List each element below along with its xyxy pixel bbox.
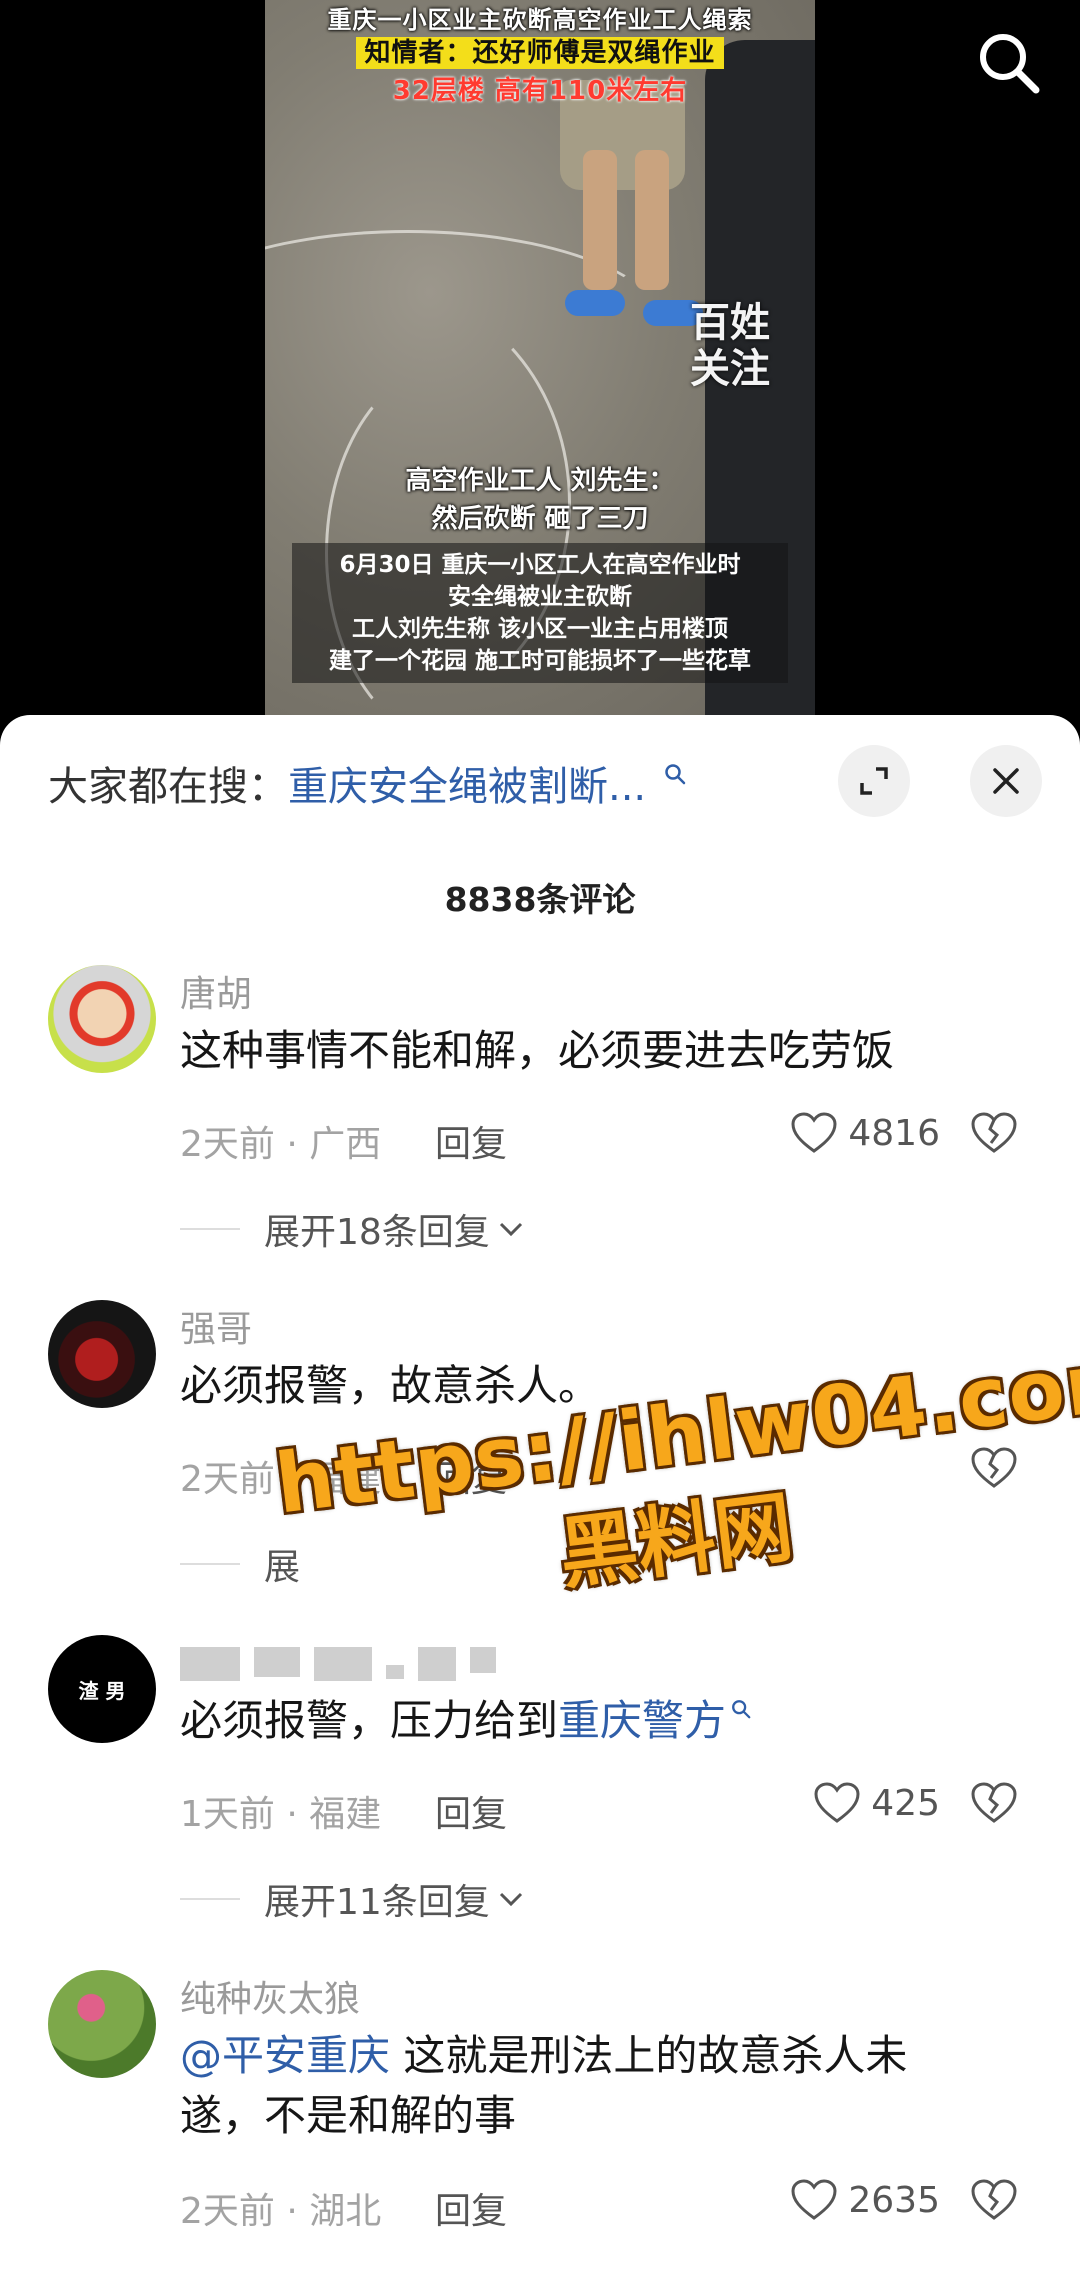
video-watermark-line2: 关注 [690,346,770,392]
video-caption-highlight: 知情者：还好师傅是双绳作业 [0,32,1080,69]
comment-item: 强哥 必须报警，故意杀人。 2天前 · 福建 回复 展 [0,1300,1080,1620]
username[interactable]: 唐胡 [180,965,252,1017]
like-count: 4816 [848,1112,940,1154]
search-icon [732,1700,751,1719]
dislike-button[interactable] [970,1111,1018,1159]
comment-text: 必须报警，压力给到重庆警方 [180,1691,980,1751]
avatar[interactable] [48,965,156,1073]
avatar[interactable]: 渣 男 [48,1635,156,1743]
like-button[interactable]: 2635 [790,2178,940,2222]
expand-replies-label: 展开18条回复 [264,1212,490,1253]
video-watermark: 百姓 关注 [690,300,770,392]
search-button[interactable] [974,28,1044,98]
like-count: 2635 [848,2179,940,2221]
comment-text: 这种事情不能和解，必须要进去吃劳饭 [180,1026,895,1075]
news-line: 6月30日 重庆一小区工人在高空作业时 [339,552,741,578]
mention-link[interactable]: @平安重庆 [180,2031,390,2080]
news-line: 建了一个花园 施工时可能损坏了一些花草 [328,648,751,674]
username[interactable]: 强哥 [180,1300,252,1352]
broken-heart-icon [971,2179,1017,2220]
comment-meta: 2天前 · 福建 [180,1459,382,1500]
worker-leg [635,150,669,290]
search-link[interactable]: 重庆警方 [558,1696,752,1745]
divider [180,1228,240,1230]
dislike-button[interactable] [970,1446,1018,1494]
username-blurred[interactable] [180,1647,496,1681]
divider [180,1563,240,1565]
video-caption-title: 重庆一小区业主砍断高空作业工人绳索 [327,6,753,34]
comment-item: 纯种灰太狼 @平安重庆 这就是刑法上的故意杀人未遂，不是和解的事 2天前 · 湖… [0,1970,1080,2285]
search-icon [665,763,686,784]
broken-heart-icon [971,1782,1017,1823]
comment-meta: 2天前 · 广西 [180,1124,382,1165]
expand-icon [860,767,888,795]
reply-button[interactable]: 回复 [435,1785,507,1837]
comment-meta: 1天前 · 福建 [180,1794,382,1835]
search-link-text: 重庆警方 [558,1696,727,1745]
expand-replies-button[interactable]: 展开11条回复 [180,1873,526,1925]
dislike-button[interactable] [970,2178,1018,2226]
news-line: 工人刘先生称 该小区一业主占用楼顶 [351,616,728,642]
expand-replies-button[interactable]: 展开18条回复 [180,1203,526,1255]
search-icon [980,34,1040,94]
like-count: 425 [871,1782,940,1824]
comment-text-prefix: 必须报警，压力给到 [180,1696,559,1745]
news-line: 安全绳被业主砍断 [448,584,632,610]
video-player[interactable]: 重庆一小区业主砍断高空作业工人绳索 知情者：还好师傅是双绳作业 32层楼 高有1… [0,0,1080,730]
chevron-down-icon [499,1892,522,1907]
close-button[interactable] [970,745,1042,817]
comments-sheet: 大家都在搜： 重庆安全绳被割断... 8838条评论 唐胡 这种事情不能和解，必… [0,715,1080,2285]
comment-text: @平安重庆 这就是刑法上的故意杀人未遂，不是和解的事 [180,2026,980,2146]
avatar-text: 渣 男 [78,1678,126,1703]
video-caption-red: 32层楼 高有110米左右 [392,76,688,106]
reply-button[interactable]: 回复 [435,1115,507,1167]
reply-button[interactable]: 回复 [435,2182,507,2234]
trending-search-label: 大家都在搜： [48,764,288,810]
trending-search-link[interactable]: 重庆安全绳被割断... [288,754,687,812]
subtitle-line: 然后砍断 砸了三刀 [431,504,649,534]
comment-item: 唐胡 这种事情不能和解，必须要进去吃劳饭 2天前 · 广西 回复 4816 展开… [0,965,1080,1325]
video-watermark-line1: 百姓 [690,300,770,346]
heart-icon [791,1112,837,1153]
expand-replies-button[interactable]: 展 [180,1538,300,1590]
chevron-down-icon [499,1222,522,1237]
comment-meta: 2天前 · 湖北 [180,2191,382,2232]
reply-button[interactable]: 回复 [435,1450,507,1502]
comment-text: 必须报警，故意杀人。 [180,1361,601,1410]
like-button[interactable]: 4816 [790,1111,940,1155]
like-button[interactable]: 425 [813,1781,940,1825]
username[interactable]: 纯种灰太狼 [180,1970,360,2022]
expand-button[interactable] [838,745,910,817]
heart-icon [791,2179,837,2220]
subtitle-speaker: 高空作业工人 刘先生： [405,466,675,496]
divider [180,1898,240,1900]
trending-search-query: 重庆安全绳被割断... [288,764,647,810]
expand-replies-label: 展 [264,1547,301,1588]
news-caption-box: 6月30日 重庆一小区工人在高空作业时 安全绳被业主砍断 工人刘先生称 该小区一… [292,543,788,683]
video-caption-highlight-text: 知情者：还好师傅是双绳作业 [356,37,724,69]
avatar[interactable] [48,1300,156,1408]
dislike-button[interactable] [970,1781,1018,1829]
worker-leg [583,150,617,290]
trending-search-row: 大家都在搜： 重庆安全绳被割断... [48,753,687,813]
comment-count: 8838条评论 [444,880,636,919]
broken-heart-icon [971,1447,1017,1488]
close-icon [993,768,1019,794]
comment-item: 渣 男 必须报警，压力给到重庆警方 1天前 · 福建 回复 425 展开11条回… [0,1635,1080,1975]
expand-replies-label: 展开11条回复 [264,1882,490,1923]
heart-icon [814,1782,860,1823]
broken-heart-icon [971,1112,1017,1153]
slipper [565,290,625,316]
avatar[interactable] [48,1970,156,2078]
